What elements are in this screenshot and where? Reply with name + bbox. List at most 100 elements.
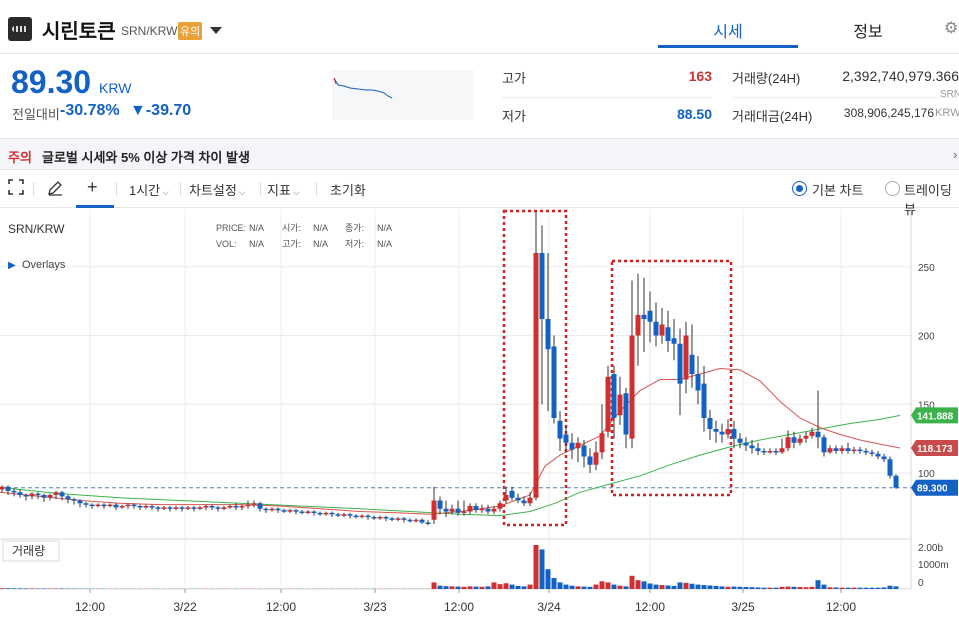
candle-body [875,453,881,457]
volume-bar [707,585,713,589]
volume-bar [581,586,587,589]
volume-bar [677,582,683,589]
candle-body [755,448,761,451]
basic-chart-label[interactable]: 기본 차트 [812,180,863,199]
candle-body [95,504,101,507]
candle-body [167,507,173,509]
volume-bar [761,587,767,589]
crosshair-icon[interactable]: + [87,177,98,198]
coin-dropdown-icon[interactable] [210,27,222,34]
volume-bar [827,587,833,589]
volume-bar [623,586,629,589]
chart-svg[interactable]: 12:00 3/22 12:00 3/23 12:00 3/24 12:00 3/25 12:0… [0,209,959,619]
volume-bar [875,587,881,589]
candle-body [467,506,473,512]
ticker-summary: 89.30 KRW 전일대비 -30.78% ▼-39.70 고가 163 저가… [0,54,959,138]
indicators-select[interactable]: 지표 ⌵ [267,180,300,199]
volume-bar [635,580,641,589]
fullscreen-icon[interactable] [8,179,24,198]
volume-bar [791,586,797,589]
volume-bars [0,545,899,589]
overlays-icon: ▶ [8,260,16,271]
x-tick-label: 12:00 [444,600,474,614]
x-tick-label: 3/22 [173,600,197,614]
candle-body [671,338,677,344]
volume-bar [35,588,41,589]
candle-body [581,445,587,457]
volume-bar [443,586,449,589]
volume-bar [461,586,467,589]
reset-button[interactable]: 초기화 [330,180,366,199]
volume-bar [749,587,755,589]
candle-body [143,506,149,508]
legend-high-label: 고가: [282,239,301,249]
chart-toolbar: + 1시간 ⌵ 차트설정 ⌵ 지표 ⌵ 초기화 기본 차트 트레이딩뷰 [0,170,959,217]
candle-body [803,435,809,439]
chevron-right-icon[interactable]: › [953,147,957,162]
candle-body [23,495,29,497]
candle-body [329,512,335,515]
tab-price[interactable]: 시세 [658,18,798,42]
legend-open-value: N/A [313,223,328,233]
price-chart[interactable]: 12:00 3/22 12:00 3/23 12:00 3/24 12:00 3/25 12:0… [0,209,959,619]
interval-select[interactable]: 1시간 ⌵ [129,180,169,199]
interval-label: 1시간 [129,183,161,198]
candle-body [575,442,581,449]
pair-label: SRN/KRW [121,24,178,38]
notice-text: 글로벌 시세와 5% 이상 가격 차이 발생 [42,150,250,165]
candle-body [371,517,377,519]
candle-body [611,374,617,418]
basic-chart-radio[interactable] [792,181,807,196]
volume-bar [617,585,623,589]
candle-body [725,429,731,435]
candle-body [293,510,299,512]
candle-body [455,508,461,513]
low-value: 88.50 [676,106,712,122]
volume-bar [539,549,545,589]
candle-body [53,492,59,495]
candle-body [35,493,41,496]
gear-icon[interactable]: ⚙ [944,18,958,38]
volume-bar [863,587,869,589]
volume-24h-label: 거래량(24H) [732,71,801,86]
chart-settings-select[interactable]: 차트설정 ⌵ [189,180,246,199]
candle-body [695,374,701,391]
legend-close-value: N/A [377,223,392,233]
x-tick-label: 12:00 [266,600,296,614]
candle-body [191,507,197,509]
y-tick-label: 250 [918,263,935,274]
volume-bar [797,587,803,589]
candle-body [179,507,185,509]
candle-body [863,451,869,453]
chevron-down-icon: ⌵ [238,187,246,197]
pencil-icon[interactable] [46,179,64,200]
volume-bar [533,545,539,589]
candle-body [125,504,131,507]
candle-body [479,508,485,511]
candle-body [809,431,815,436]
price-tag-value: 141.888 [917,411,954,422]
candle-body [383,517,389,519]
candle-body [11,490,17,493]
candle-body [659,324,665,336]
sparkline [332,70,474,120]
x-tick-label: 3/25 [731,600,755,614]
volume-bar [431,582,437,589]
candle-body [731,429,737,439]
candle-body [887,459,893,476]
price-gap-notice[interactable]: 주의 글로벌 시세와 5% 이상 가격 차이 발생 › [0,138,959,170]
volume-bar [605,582,611,589]
coin-logo-icon [8,17,32,41]
candle-body [59,492,65,497]
amount-unit: KRW [935,107,959,119]
tab-info[interactable]: 정보 [798,18,938,42]
volume-bar [449,586,455,589]
candle-body [569,442,575,450]
candle-body [743,442,749,446]
volume-24h-value: 2,392,740,979.366 [842,68,959,84]
candle-body [791,437,797,443]
volume-bar [659,585,665,589]
candle-body [413,519,419,522]
tradingview-radio[interactable] [885,181,900,196]
volume-bar [479,586,485,589]
